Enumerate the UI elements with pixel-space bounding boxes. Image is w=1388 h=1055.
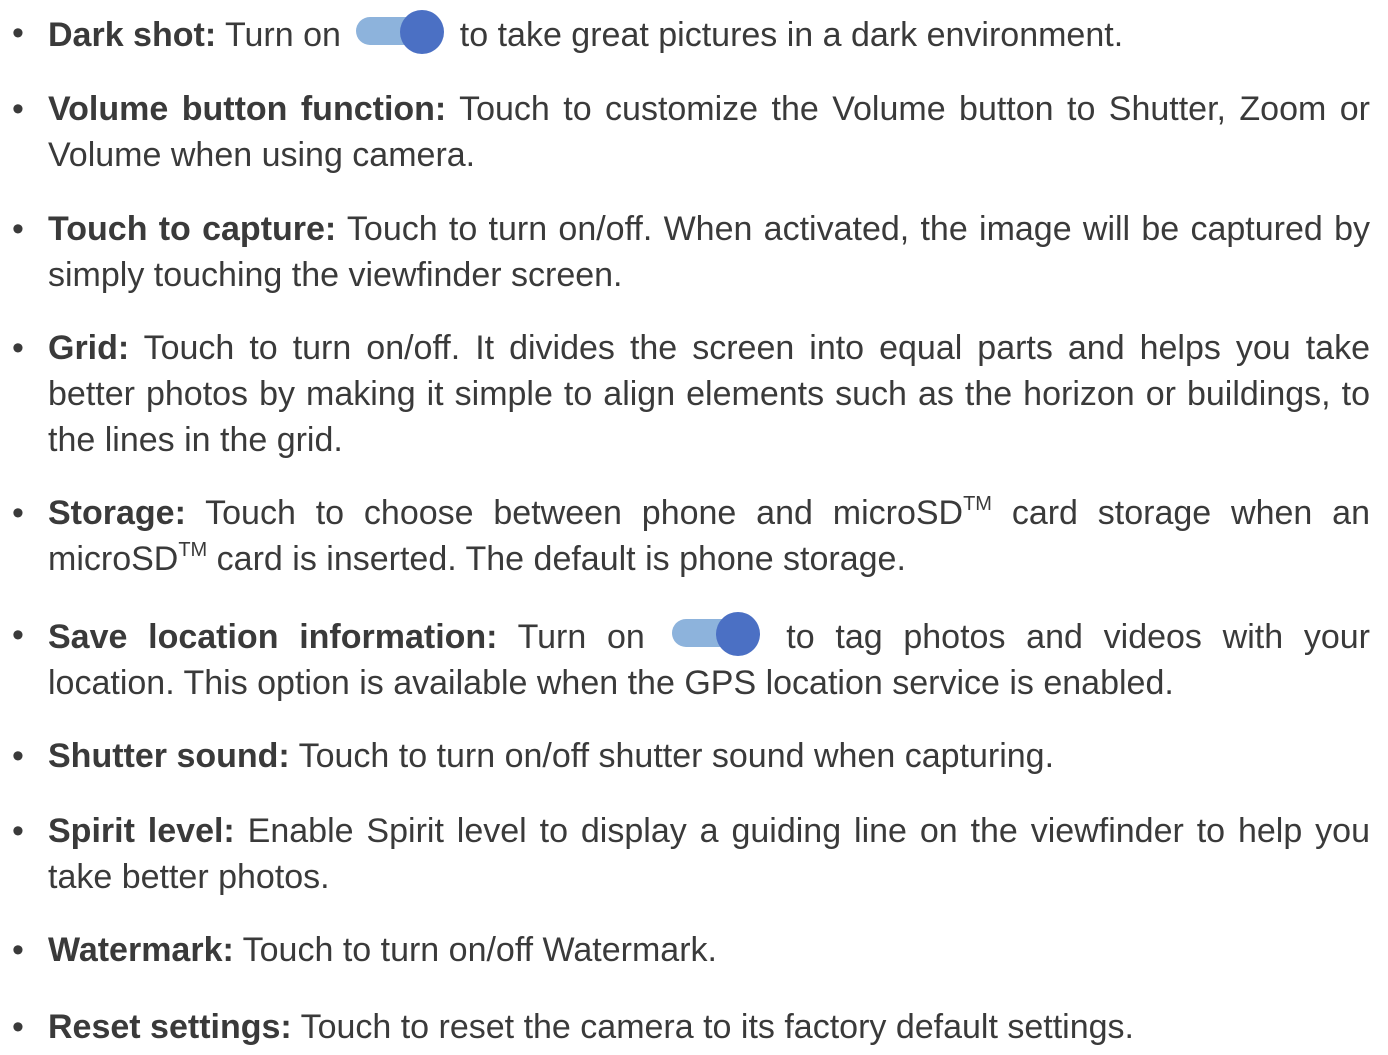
list-item-storage: • Storage: Touch to choose between phone… <box>12 490 1370 582</box>
item-label: Watermark: <box>48 931 234 969</box>
item-text: Dark shot: Turn on to take great picture… <box>48 10 1370 58</box>
list-item-reset-settings: • Reset settings: Touch to reset the cam… <box>12 1004 1370 1050</box>
item-description: Turn on <box>497 618 666 656</box>
bullet: • <box>12 494 24 532</box>
item-description: Turn on <box>216 16 351 54</box>
list-item-touch-to-capture: • Touch to capture: Touch to turn on/off… <box>12 206 1370 298</box>
bullet: • <box>12 812 24 850</box>
toggle-thumb <box>400 10 445 54</box>
item-label: Shutter sound: <box>48 737 290 775</box>
bullet: • <box>12 1008 24 1046</box>
list-item-dark-shot: • Dark shot: Turn on to take great pictu… <box>12 10 1370 58</box>
bullet: • <box>12 14 24 52</box>
item-text: Touch to capture: Touch to turn on/off. … <box>48 206 1370 298</box>
item-label: Dark shot: <box>48 16 217 54</box>
item-description: Touch to reset the camera to its factory… <box>291 1008 1134 1046</box>
toggle-thumb <box>715 612 760 656</box>
item-description: Enable Spirit level to display a guiding… <box>48 812 1370 896</box>
bullet: • <box>12 210 24 248</box>
bullet: • <box>12 931 24 969</box>
item-description: Touch to turn on/off shutter sound when … <box>289 737 1055 775</box>
bullet: • <box>12 329 24 367</box>
bullet: • <box>12 90 24 128</box>
item-label: Grid: <box>48 329 130 367</box>
item-text: Grid: Touch to turn on/off. It divides t… <box>48 325 1370 463</box>
toggle-switch-on <box>670 612 762 658</box>
item-text: Storage: Touch to choose between phone a… <box>48 490 1370 582</box>
list-item-watermark: • Watermark: Touch to turn on/off Waterm… <box>12 927 1370 973</box>
list-item-save-location-information: • Save location information: Turn on to … <box>12 612 1370 706</box>
item-text: Spirit level: Enable Spirit level to dis… <box>48 808 1370 900</box>
list-item-spirit-level: • Spirit level: Enable Spirit level to d… <box>12 808 1370 900</box>
item-text: Save location information: Turn on to ta… <box>48 612 1370 706</box>
item-description: Touch to turn on/off Watermark. <box>233 931 717 969</box>
item-description: Touch to choose between phone and microS… <box>185 494 964 532</box>
item-label: Spirit level: <box>48 812 235 850</box>
item-text: Volume button function: Touch to customi… <box>48 86 1370 178</box>
toggle-switch-on <box>354 10 446 56</box>
item-description: card is inserted. The default is phone s… <box>207 540 906 578</box>
item-text: Reset settings: Touch to reset the camer… <box>48 1004 1370 1050</box>
item-label: Touch to capture: <box>48 210 337 248</box>
item-label: Storage: <box>48 494 186 532</box>
bullet: • <box>12 737 24 775</box>
list-item-volume-button-function: • Volume button function: Touch to custo… <box>12 86 1370 178</box>
bullet: • <box>12 616 24 654</box>
list-item-shutter-sound: • Shutter sound: Touch to turn on/off sh… <box>12 733 1370 779</box>
item-description: Touch to turn on/off. It divides the scr… <box>48 329 1370 459</box>
item-text: Shutter sound: Touch to turn on/off shut… <box>48 733 1370 779</box>
item-text: Watermark: Touch to turn on/off Watermar… <box>48 927 1370 973</box>
list-item-grid: • Grid: Touch to turn on/off. It divides… <box>12 325 1370 463</box>
item-label: Save location information: <box>48 618 498 656</box>
trademark-mark: TM <box>963 493 992 515</box>
item-label: Reset settings: <box>48 1008 292 1046</box>
trademark-mark: TM <box>178 539 208 561</box>
item-description: to take great pictures in a dark environ… <box>450 16 1124 54</box>
item-label: Volume button function: <box>48 90 447 128</box>
